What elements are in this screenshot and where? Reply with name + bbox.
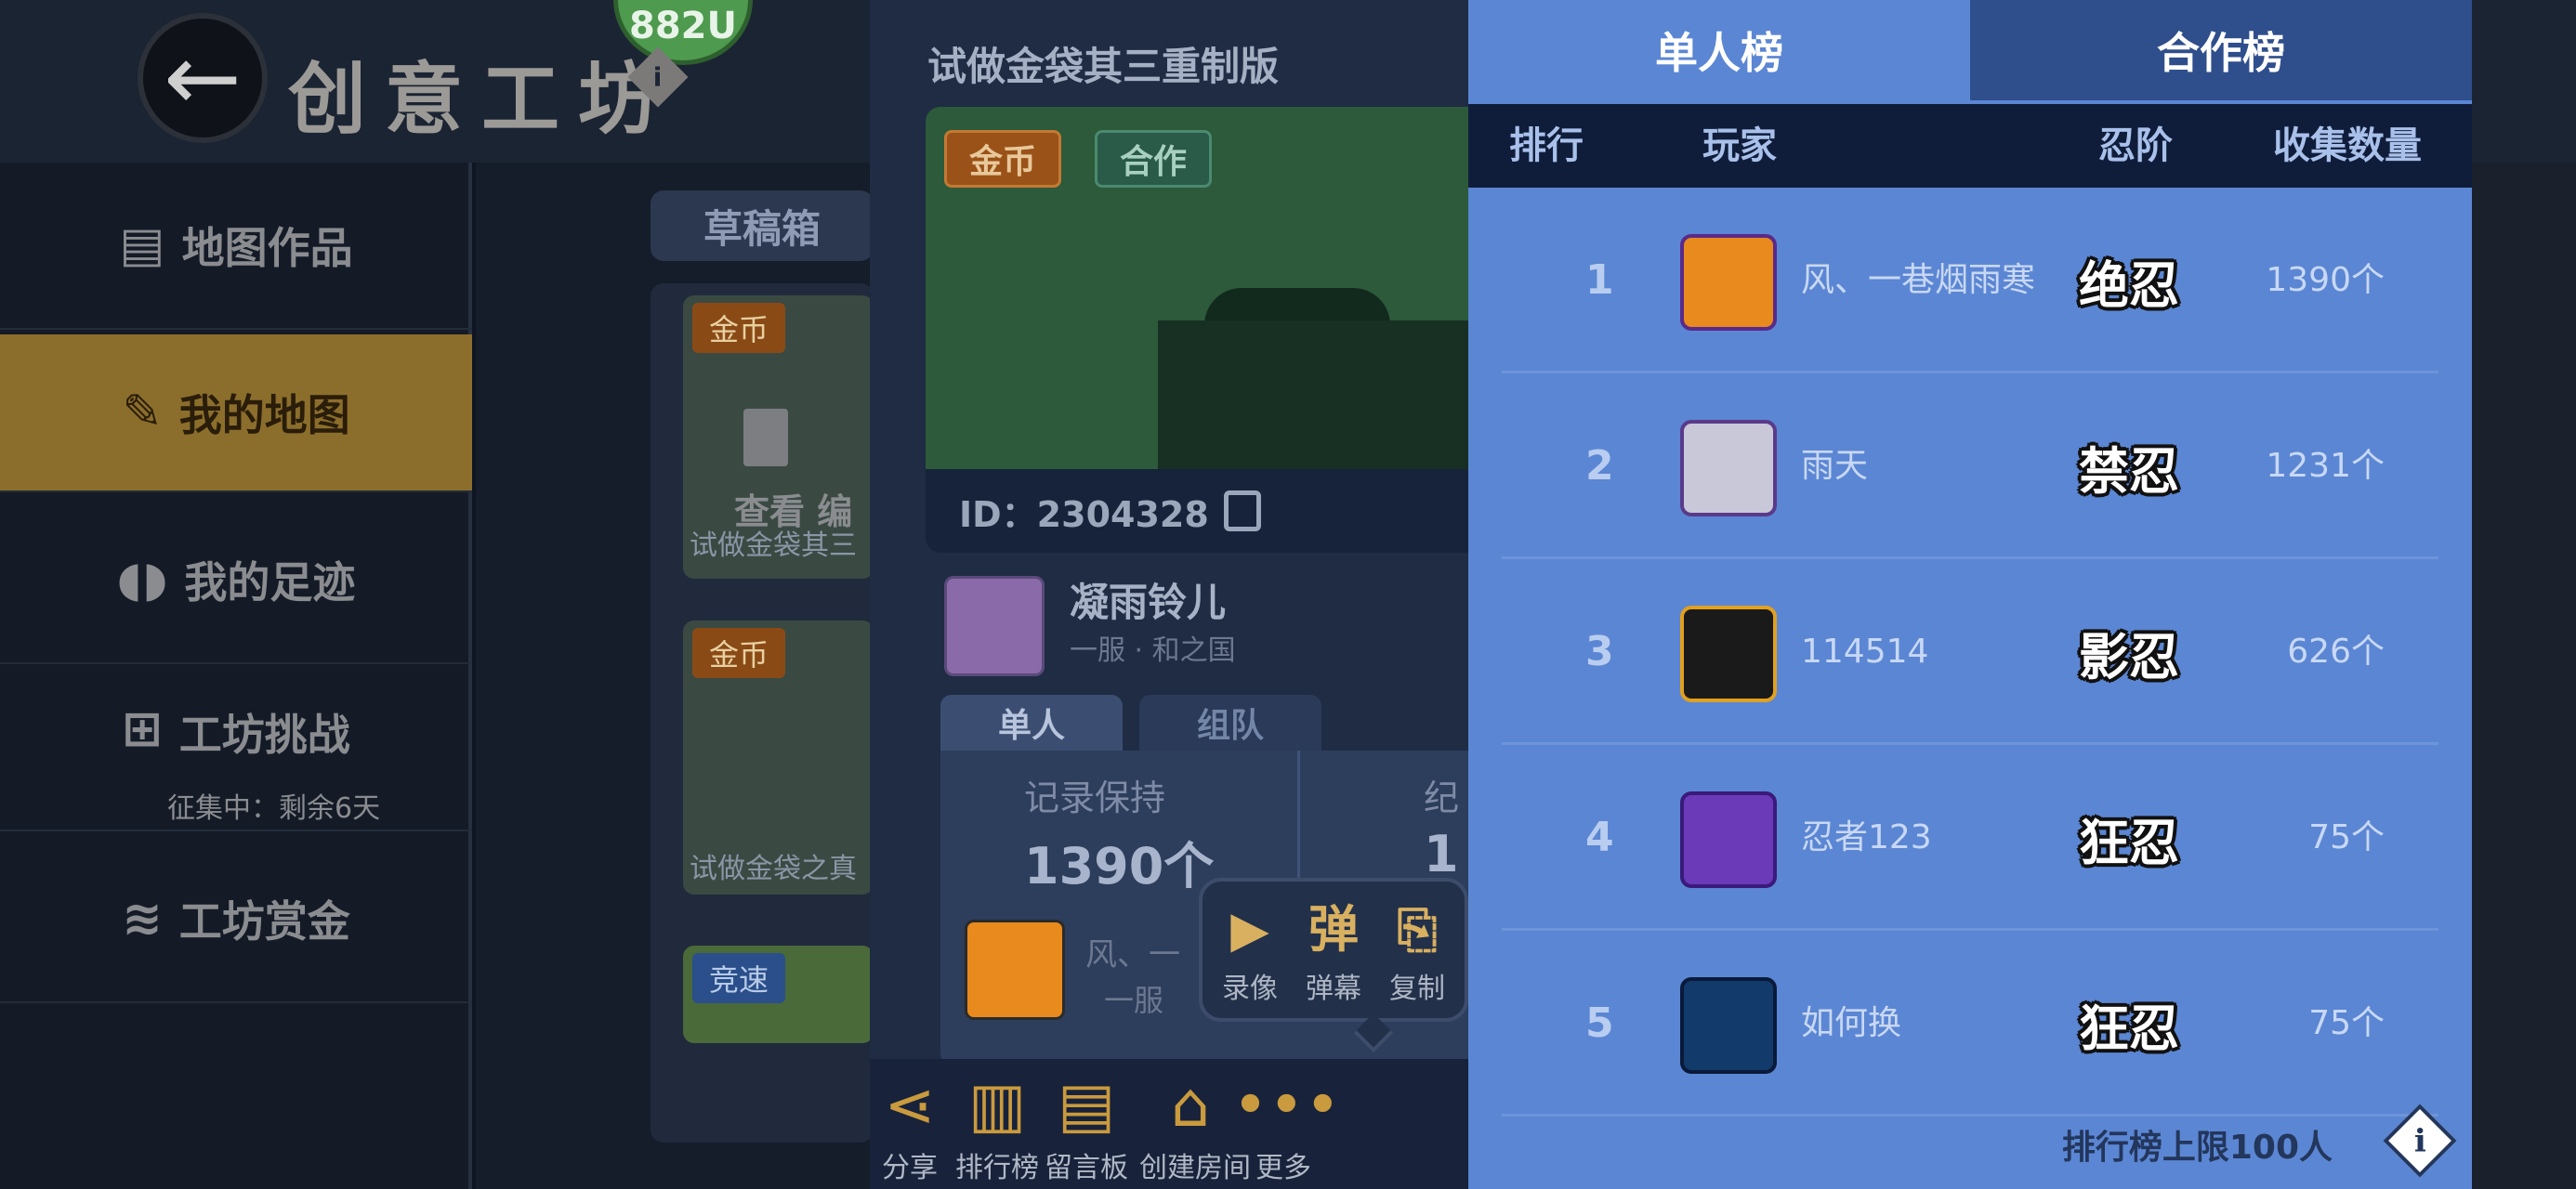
column-player: 玩家 bbox=[1702, 124, 1777, 167]
row-rank: 4 bbox=[1585, 814, 1614, 861]
author-name: 凝雨铃儿 bbox=[1070, 580, 1227, 625]
record-label-2: 纪 bbox=[1424, 777, 1460, 818]
player-name: 如何换 bbox=[1801, 1004, 1902, 1042]
player-avatar[interactable] bbox=[1680, 977, 1777, 1074]
map-id-bar: ID：2304328 bbox=[926, 469, 1468, 553]
coins-icon: ≋ bbox=[122, 891, 163, 947]
draft-tag: 竞速 bbox=[692, 953, 786, 1003]
record-holder-server: 一服 bbox=[1104, 983, 1164, 1018]
player-name: 雨天 bbox=[1801, 447, 1869, 485]
message-board-icon: ▤ bbox=[1057, 1069, 1116, 1141]
bottom-toolbar: ⋖ 分享 ▥ 排行榜 ▤ 留言板 ⌂ 创建房间 ••• 更多 bbox=[870, 1059, 1468, 1189]
tab-team[interactable]: 组队 bbox=[1139, 695, 1321, 751]
tier-badge: 影忍 bbox=[2079, 626, 2179, 686]
collect-count: 75个 bbox=[2308, 818, 2385, 856]
preview-town bbox=[1158, 320, 1468, 469]
collect-count: 75个 bbox=[2308, 1004, 2385, 1042]
more-icon: ••• bbox=[1232, 1069, 1341, 1141]
row-rank: 5 bbox=[1585, 1000, 1614, 1047]
copy-icon: ⎘ bbox=[1397, 900, 1438, 959]
record-value: 1390个 bbox=[1024, 837, 1215, 895]
leaderboard-row[interactable]: 2 雨天 禁忍 1231个 bbox=[1502, 373, 2438, 559]
coin-tag: 金币 bbox=[944, 130, 1062, 188]
ranking-button[interactable]: ▥ 排行榜 bbox=[946, 1066, 1048, 1185]
tab-single-ranking[interactable]: 单人榜 bbox=[1468, 0, 1970, 100]
map-preview[interactable]: 金币 合作 ID：2304328 bbox=[926, 107, 1468, 553]
leaderboard-row[interactable]: 1 风、一巷烟雨寒 绝忍 1390个 bbox=[1502, 188, 2438, 373]
tab-drafts[interactable]: 草稿箱 bbox=[651, 190, 874, 261]
player-name: 114514 bbox=[1801, 633, 1929, 671]
sidebar-item-my-maps[interactable]: ✎ 我的地图 bbox=[0, 334, 472, 492]
player-avatar[interactable] bbox=[1680, 234, 1777, 331]
more-button[interactable]: ••• 更多 bbox=[1232, 1066, 1341, 1185]
record-holder-avatar[interactable] bbox=[965, 920, 1065, 1020]
map-id: ID：2304328 bbox=[959, 493, 1209, 535]
ranking-icon: ▥ bbox=[967, 1069, 1027, 1141]
player-avatar[interactable] bbox=[1680, 606, 1777, 702]
sidebar-item-footprints[interactable]: ◖◗ 我的足迹 bbox=[0, 497, 472, 664]
create-room-button[interactable]: ⌂ 创建房间 bbox=[1139, 1066, 1251, 1185]
record-value-2: 1 bbox=[1424, 825, 1459, 883]
footprints-icon: ◖◗ bbox=[116, 552, 168, 608]
copy-map-button[interactable]: ⎘ 复制 bbox=[1377, 900, 1457, 1006]
danmaku-icon: 弹 bbox=[1308, 900, 1359, 959]
tier-badge: 狂忍 bbox=[2079, 812, 2179, 872]
draft-caption: 试做金袋其三 bbox=[690, 529, 857, 562]
record-video-button[interactable]: ▶ 录像 bbox=[1210, 900, 1290, 1006]
tier-badge: 绝忍 bbox=[2079, 255, 2179, 315]
copy-icon[interactable] bbox=[1223, 490, 1261, 531]
column-count: 收集数量 bbox=[2273, 124, 2422, 167]
leaderboard-header: 排行 玩家 忍阶 收集数量 bbox=[1468, 104, 2472, 188]
gamepad-icon: ⊞ bbox=[122, 701, 163, 757]
challenge-countdown: 征集中：剩余6天 bbox=[167, 792, 381, 825]
draft-tag: 金币 bbox=[692, 303, 786, 353]
player-avatar[interactable] bbox=[1680, 791, 1777, 888]
row-rank: 2 bbox=[1585, 442, 1614, 490]
collect-count: 626个 bbox=[2287, 633, 2385, 671]
leaderboard-row[interactable]: 4 忍者123 狂忍 75个 bbox=[1502, 745, 2438, 931]
author-server: 一服 · 和之国 bbox=[1070, 634, 1236, 667]
player-name: 忍者123 bbox=[1801, 818, 1932, 856]
row-rank: 3 bbox=[1585, 628, 1614, 675]
record-divider bbox=[1297, 751, 1300, 890]
sidebar-item-map-works[interactable]: ▤ 地图作品 bbox=[0, 163, 472, 330]
collect-count: 1231个 bbox=[2266, 447, 2385, 485]
tier-badge: 狂忍 bbox=[2079, 998, 2179, 1058]
draft-caption: 试做金袋之真 bbox=[690, 853, 857, 885]
pencil-icon: ✎ bbox=[122, 385, 163, 440]
tab-coop-ranking[interactable]: 合作榜 bbox=[1970, 0, 2472, 100]
record-holder-name: 风、一 bbox=[1085, 936, 1180, 973]
home-icon: ⌂ bbox=[1171, 1069, 1210, 1141]
danmaku-button[interactable]: 弹 弹幕 bbox=[1294, 900, 1373, 1006]
row-rank: 1 bbox=[1585, 256, 1614, 304]
leaderboard-panel: 单人榜 合作榜 排行 玩家 忍阶 收集数量 1 风、一巷烟雨寒 绝忍 1390个… bbox=[1468, 0, 2472, 1189]
draft-tag: 金币 bbox=[692, 628, 786, 678]
document-icon bbox=[743, 409, 788, 466]
arrow-left-icon: ← bbox=[164, 23, 242, 132]
page-title: 创意工坊 bbox=[288, 53, 676, 145]
tab-single[interactable]: 单人 bbox=[940, 695, 1123, 751]
tier-badge: 禁忍 bbox=[2079, 440, 2179, 501]
column-rank: 排行 bbox=[1509, 124, 1584, 167]
back-button[interactable]: ← bbox=[138, 13, 268, 143]
leaderboard-row[interactable]: 5 如何换 狂忍 75个 bbox=[1502, 931, 2438, 1117]
map-icon: ▤ bbox=[119, 217, 165, 273]
author-avatar[interactable] bbox=[944, 576, 1045, 676]
player-avatar[interactable] bbox=[1680, 420, 1777, 516]
player-name: 风、一巷烟雨寒 bbox=[1801, 261, 2036, 299]
leaderboard-row[interactable]: 3 114514 影忍 626个 bbox=[1502, 559, 2438, 745]
leaderboard-limit-note: 排行榜上限100人 bbox=[2061, 1129, 2333, 1167]
video-icon: ▶ bbox=[1230, 900, 1269, 959]
record-label: 记录保持 bbox=[1024, 777, 1166, 818]
column-tier: 忍阶 bbox=[2098, 124, 2173, 167]
sidebar-item-bounty[interactable]: ≋ 工坊赏金 bbox=[0, 836, 472, 1003]
message-board-button[interactable]: ▤ 留言板 bbox=[1035, 1066, 1137, 1185]
coop-tag: 合作 bbox=[1095, 130, 1213, 188]
right-edge bbox=[2472, 163, 2576, 1189]
more-menu-popup: ▶ 录像 弹 弹幕 ⎘ 复制 bbox=[1199, 878, 1468, 1022]
map-title: 试做金袋其三重制版 bbox=[927, 44, 1280, 89]
collect-count: 1390个 bbox=[2266, 261, 2385, 299]
